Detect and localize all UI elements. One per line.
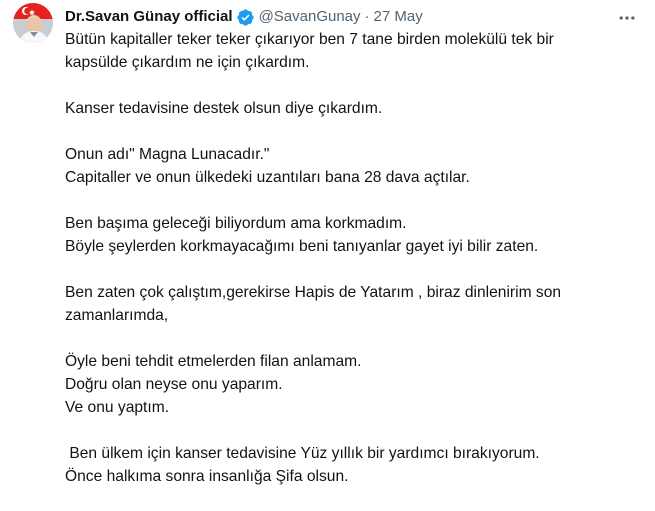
tweet-line: Capitaller ve onun ülkedeki uzantıları b… [65, 169, 470, 186]
tweet-header: Dr.Savan Günay official @SavanGunay · 27… [65, 6, 423, 28]
tweet-paragraph: Ben başıma geleceği biliyordum ama korkm… [65, 212, 645, 258]
tweet-line: Böyle şeylerden korkmayacağımı beni tanı… [65, 238, 539, 255]
tweet-paragraph: Ben ülkem için kanser tedavisine Yüz yıl… [65, 442, 645, 488]
tweet-line: Önce halkıma sonra insanlığa Şifa olsun. [65, 468, 349, 485]
tweet-line: Öyle beni tehdit etmelerden filan anlama… [65, 353, 362, 370]
tweet-date[interactable]: 27 May [374, 7, 423, 27]
tweet-line: Ve onu yaptım. [65, 399, 170, 416]
tweet: Dr.Savan Günay official @SavanGunay · 27… [0, 0, 655, 485]
author-handle[interactable]: @SavanGunay [259, 7, 361, 27]
more-options-icon[interactable] [617, 8, 637, 28]
tweet-line: Bütün kapitaller teker teker çıkarıyor b… [65, 31, 554, 48]
avatar-image [13, 3, 53, 43]
tweet-paragraph: Kanser tedavisine destek olsun diye çıka… [65, 97, 645, 120]
tweet-line: Kanser tedavisine destek olsun diye çıka… [65, 100, 383, 117]
tweet-line: Ben zaten çok çalıştım,gerekirse Hapis d… [65, 284, 562, 301]
tweet-paragraph: Ben zaten çok çalıştım,gerekirse Hapis d… [65, 281, 645, 327]
avatar[interactable] [13, 3, 53, 43]
tweet-paragraph: Bütün kapitaller teker teker çıkarıyor b… [65, 28, 645, 74]
separator-dot: · [364, 8, 370, 25]
tweet-paragraph: Öyle beni tehdit etmelerden filan anlama… [65, 350, 645, 419]
author-display-name[interactable]: Dr.Savan Günay official [65, 7, 233, 27]
tweet-line: Ben ülkem için kanser tedavisine Yüz yıl… [65, 445, 540, 462]
tweet-line: Onun adı" Magna Lunacadır." [65, 146, 270, 163]
tweet-line: Doğru olan neyse onu yaparım. [65, 376, 283, 393]
tweet-paragraph: Onun adı" Magna Lunacadır." Capitaller v… [65, 143, 645, 189]
verified-badge-icon [236, 8, 255, 27]
tweet-line: zamanlarımda, [65, 307, 169, 324]
tweet-line: kapsülde çıkardım ne için çıkardım. [65, 54, 310, 71]
tweet-text: Bütün kapitaller teker teker çıkarıyor b… [65, 28, 645, 511]
tweet-line: Ben başıma geleceği biliyordum ama korkm… [65, 215, 407, 232]
